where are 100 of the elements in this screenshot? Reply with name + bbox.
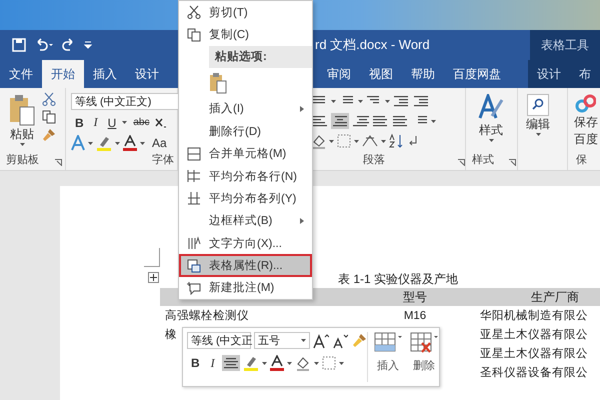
clipboard-icon — [8, 94, 36, 126]
caret-icon — [314, 362, 319, 364]
save-to-cloud-button[interactable]: 保存 百度 — [572, 92, 600, 150]
change-case-button[interactable]: Aa — [148, 136, 171, 150]
menu-item[interactable]: 文字方向(X)... — [179, 232, 312, 254]
group-label: 剪贴板 — [6, 152, 39, 167]
font-name-field[interactable]: 等线 (中文正文) — [71, 93, 181, 110]
format-button[interactable]: I — [206, 356, 219, 370]
font-name-field[interactable]: 等线 (中文正 — [187, 332, 251, 349]
ribbon-tab[interactable]: 视图 — [360, 60, 402, 88]
text-direction-icon — [187, 236, 201, 250]
menu-section-header: 粘贴选项: — [209, 46, 312, 68]
align-icon[interactable] — [311, 113, 329, 129]
ribbon-tab[interactable]: 百度网盘 — [444, 60, 510, 88]
caret-icon — [331, 100, 336, 102]
increase-indent-icon[interactable] — [412, 93, 430, 109]
menu-item[interactable]: 删除行(D) — [179, 120, 312, 142]
dialog-launcher-icon[interactable] — [458, 159, 465, 166]
ribbon-tab[interactable]: 布 — [570, 60, 600, 88]
ribbon-tab[interactable]: 插入 — [84, 60, 126, 88]
editing-button[interactable]: 编辑 — [524, 92, 552, 138]
format-button[interactable]: B — [187, 356, 204, 370]
menu-item[interactable]: 合并单元格(M) — [179, 142, 312, 165]
ribbon-tab[interactable]: 帮助 — [402, 60, 444, 88]
table-move-handle-icon[interactable] — [148, 272, 159, 283]
caret-icon — [301, 339, 306, 342]
paste-button[interactable]: 粘贴 — [6, 92, 38, 148]
contextual-tab-label: 表格工具 — [530, 30, 600, 60]
submenu-arrow-icon — [300, 218, 304, 224]
ribbon-tab[interactable]: 设计 — [528, 60, 570, 88]
styles-button[interactable]: 样式 — [476, 92, 506, 144]
table-insert-icon — [374, 332, 402, 354]
shading-icon[interactable] — [311, 133, 327, 149]
group-label: 样式 — [472, 153, 494, 167]
delete-button[interactable]: 删除 — [410, 332, 438, 382]
align-icon[interactable] — [351, 113, 369, 129]
copy-icon[interactable] — [42, 110, 56, 124]
highlighter-icon[interactable] — [242, 355, 259, 371]
menu-item[interactable]: 边框样式(B) — [179, 210, 312, 232]
align-icon[interactable] — [371, 113, 389, 129]
clipboard-icon[interactable] — [209, 72, 227, 94]
caret-icon — [329, 140, 334, 142]
group-label: 段落 — [363, 153, 385, 167]
caret-icon — [354, 140, 359, 142]
font-color-icon[interactable] — [123, 135, 137, 151]
grow-font-icon[interactable] — [313, 332, 329, 348]
table-cell: M16 — [404, 310, 426, 322]
merge-cells-icon — [187, 146, 201, 161]
caret-icon — [536, 133, 540, 136]
highlighter-icon[interactable] — [96, 135, 112, 151]
caret-icon — [262, 362, 267, 364]
paintbrush-icon[interactable] — [42, 128, 56, 142]
insert-button[interactable]: 插入 — [374, 332, 402, 382]
search-icon — [527, 94, 549, 116]
ribbon-tab[interactable]: 设计 — [126, 60, 168, 88]
align-icon[interactable] — [331, 113, 349, 129]
menu-item[interactable]: 插入(I) — [179, 98, 312, 120]
font-size-field[interactable]: 五号 — [254, 332, 310, 349]
menu-item[interactable]: 平均分布各列(Y) — [179, 187, 312, 210]
shrink-font-icon[interactable] — [332, 332, 348, 348]
format-button[interactable]: I — [90, 115, 102, 130]
table-cell: 高强螺栓检测仪 — [165, 310, 249, 322]
table-cell: 华阳机械制造有限公 — [480, 310, 588, 322]
menu-item[interactable]: 复制(C) — [179, 23, 312, 46]
group-label: 保 — [576, 153, 587, 167]
table-cell: 圣科仪器设备有限公 — [480, 367, 588, 379]
shading-icon[interactable] — [294, 355, 311, 371]
dialog-launcher-icon[interactable] — [55, 159, 62, 166]
font-color-icon[interactable] — [270, 355, 284, 371]
caret-icon — [88, 142, 93, 144]
caret-icon — [338, 362, 344, 364]
caret-icon — [286, 362, 292, 364]
format-button[interactable]: U — [104, 116, 120, 130]
caret-icon — [488, 139, 494, 142]
table-properties-icon — [187, 258, 201, 273]
align-icon[interactable] — [391, 113, 409, 129]
caret-icon — [122, 121, 128, 124]
menu-item[interactable]: 平均分布各行(N) — [179, 164, 312, 188]
ribbon-tab[interactable]: 开始 — [42, 60, 84, 88]
menu-item[interactable]: 表格属性(R)... — [179, 254, 312, 277]
borders-icon[interactable] — [322, 356, 336, 370]
customize-icon[interactable] — [84, 40, 92, 50]
menu-item[interactable]: 剪切(T) — [179, 1, 312, 24]
distribute-columns-icon — [187, 191, 201, 206]
align-center-icon[interactable] — [222, 355, 240, 371]
dialog-launcher-icon[interactable] — [509, 159, 516, 166]
format-button[interactable]: abc — [129, 117, 154, 128]
caret-icon — [115, 142, 120, 144]
table-cell: 亚星土木仪器有限公 — [480, 329, 588, 341]
menu-item[interactable]: 新建批注(M) — [179, 276, 312, 300]
paintbrush-icon[interactable] — [351, 332, 367, 348]
format-button[interactable]: B — [71, 116, 88, 130]
sort-icon[interactable] — [388, 133, 404, 149]
decrease-indent-icon[interactable] — [392, 93, 410, 109]
save-icon[interactable] — [12, 38, 26, 52]
ribbon-tab[interactable]: 文件 — [0, 60, 42, 88]
caret-icon — [431, 120, 436, 122]
scissors-icon[interactable] — [42, 92, 56, 106]
ribbon-tab[interactable]: 审阅 — [318, 60, 360, 88]
text-effect-icon[interactable] — [71, 135, 85, 151]
